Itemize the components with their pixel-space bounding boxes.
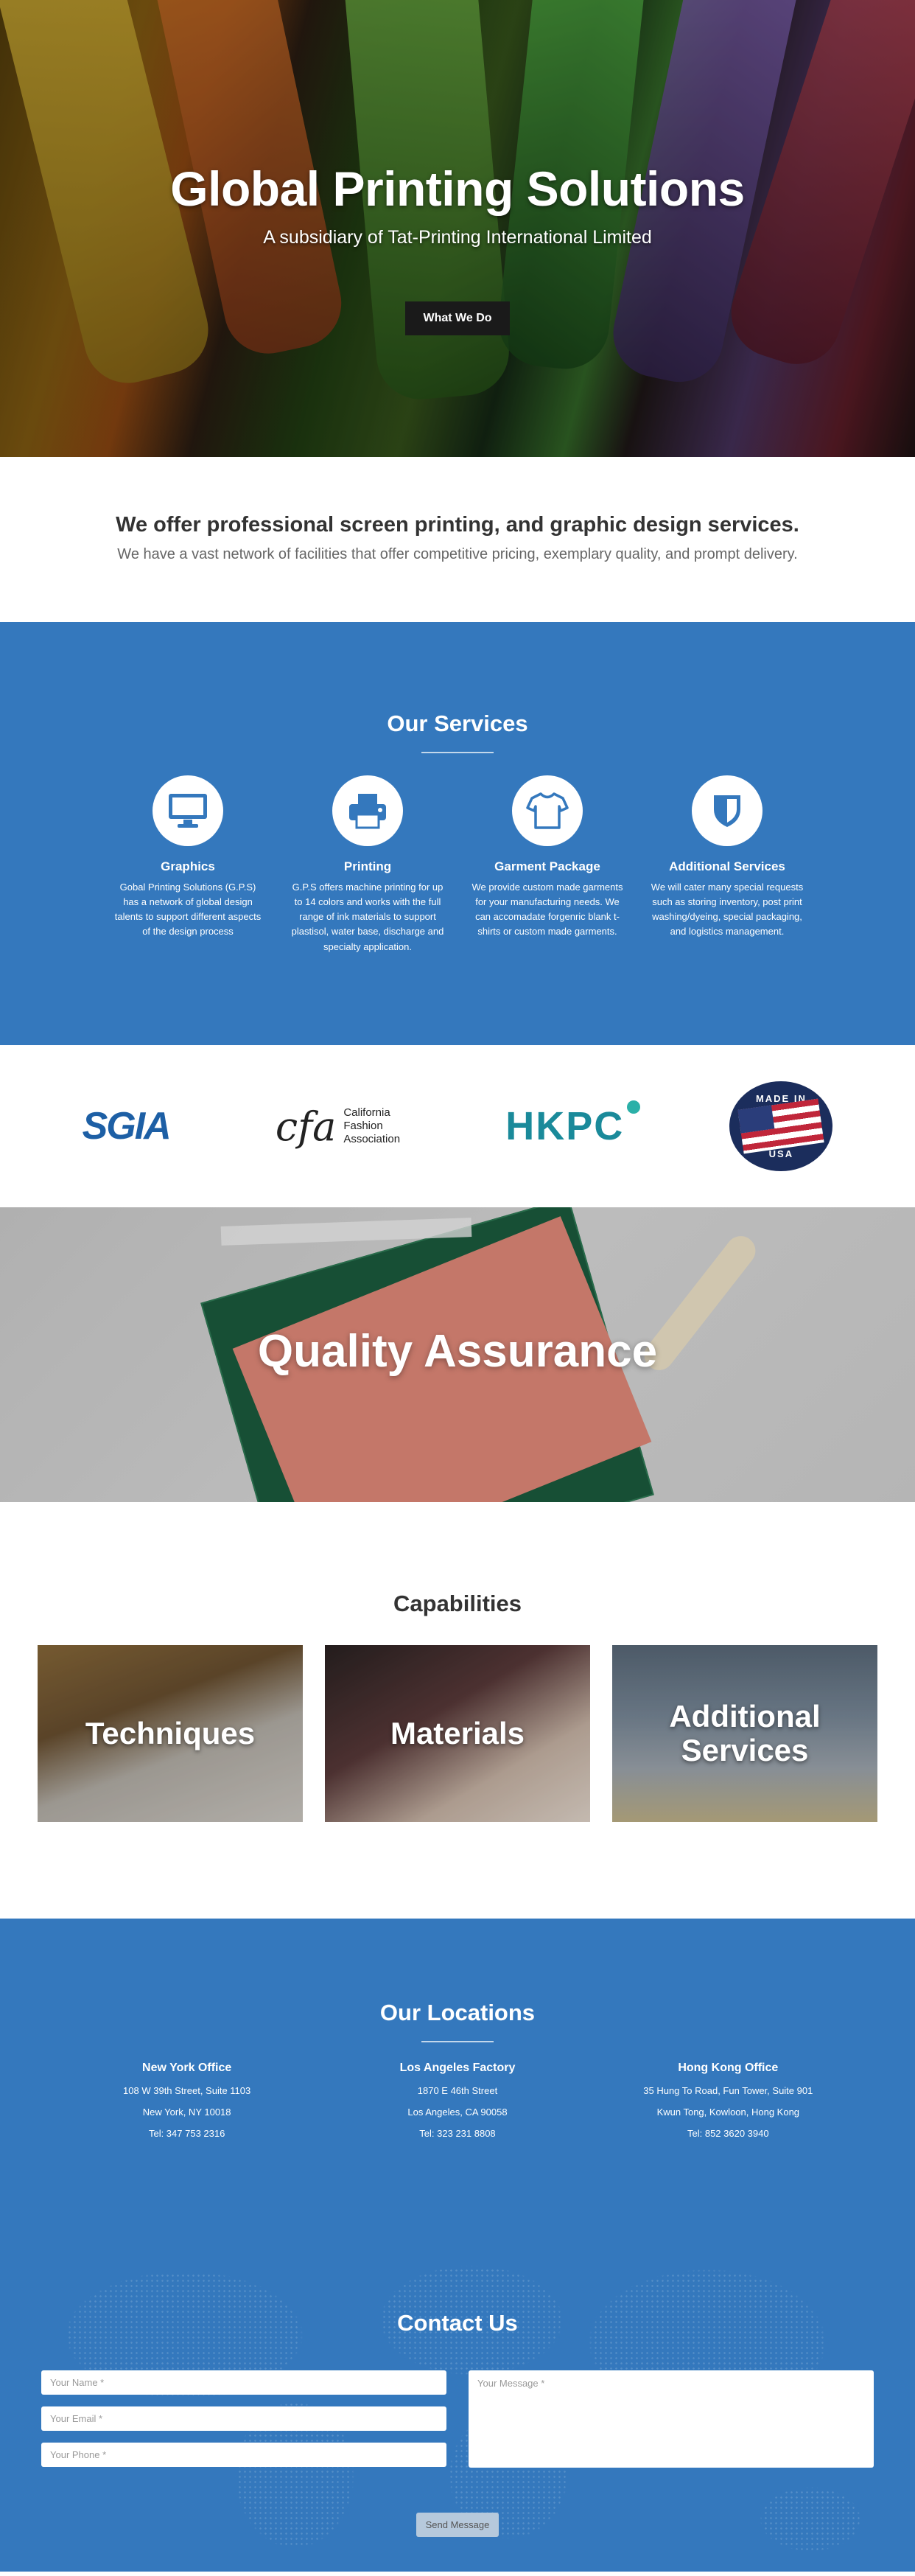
office-address-line: New York, NY 10018 xyxy=(142,2106,231,2118)
card-label: Additional Services xyxy=(669,1698,821,1767)
name-input[interactable] xyxy=(41,2370,446,2395)
contact-form-left xyxy=(41,2370,446,2471)
contact-content: Contact Us Send Message xyxy=(0,2232,915,2537)
tshirt-icon xyxy=(512,775,583,846)
phone-input[interactable] xyxy=(41,2443,446,2467)
office-name: New York Office xyxy=(142,2062,232,2074)
intro-section: We offer professional screen printing, a… xyxy=(0,457,915,622)
usa-text: USA xyxy=(768,1148,794,1159)
locations-title: Our Locations xyxy=(379,2000,536,2025)
hero-section: Global Printing Solutions A subsidiary o… xyxy=(0,0,915,457)
service-name: Garment Package xyxy=(494,859,600,873)
monitor-icon xyxy=(152,775,223,846)
cfa-line: Association xyxy=(343,1133,401,1145)
techniques-card[interactable]: Techniques xyxy=(38,1645,303,1822)
sgia-logo: SGIA xyxy=(82,1105,172,1148)
locations-grid: New York Office 108 W 39th Street, Suite… xyxy=(0,2062,915,2139)
service-description: Gobal Printing Solutions (G.P.S) has a n… xyxy=(114,882,262,938)
office-address-line: 1870 E 46th Street xyxy=(417,2085,498,2096)
office-address-line: Kwun Tong, Kowloon, Hong Kong xyxy=(656,2106,800,2118)
service-printing: Printing G.P.S offers machine printing f… xyxy=(287,775,449,954)
service-description: We provide custom made garments for your… xyxy=(471,882,623,938)
office-los-angeles: Los Angeles Factory 1870 E 46th Street L… xyxy=(347,2062,568,2139)
office-address-line: 35 Hung To Road, Fun Tower, Suite 901 xyxy=(643,2085,813,2096)
contact-title: Contact Us xyxy=(397,2310,518,2336)
office-name: Hong Kong Office xyxy=(678,2062,779,2074)
service-name: Printing xyxy=(343,859,392,873)
office-phone: Tel: 347 753 2316 xyxy=(148,2128,225,2139)
contact-form-right xyxy=(469,2370,874,2471)
hero-subtitle: A subsidiary of Tat-Printing Internation… xyxy=(263,227,652,248)
hkpc-logo: HKPC xyxy=(505,1100,641,1149)
hero-content: Global Printing Solutions A subsidiary o… xyxy=(0,161,915,335)
service-description: We will cater many special requests such… xyxy=(651,882,804,938)
additional-services-card[interactable]: Additional Services xyxy=(612,1645,877,1822)
cfa-logo-mark: cfa xyxy=(275,1103,337,1150)
send-message-button[interactable]: Send Message xyxy=(416,2513,499,2537)
services-grid: Graphics Gobal Printing Solutions (G.P.S… xyxy=(0,775,915,954)
materials-card[interactable]: Materials xyxy=(325,1645,590,1822)
capabilities-section: Capabilities Techniques Materials Additi… xyxy=(0,1502,915,1919)
office-name: Los Angeles Factory xyxy=(399,2062,516,2074)
capabilities-title: Capabilities xyxy=(393,1591,522,1616)
hkpc-logo-dot xyxy=(627,1100,641,1114)
contact-section: Contact Us Send Message xyxy=(0,2232,915,2572)
what-we-do-button[interactable]: What We Do xyxy=(405,301,510,335)
office-phone: Tel: 323 231 8808 xyxy=(419,2128,496,2139)
office-address-line: Los Angeles, CA 90058 xyxy=(407,2106,508,2118)
cfa-line: Fashion xyxy=(343,1120,383,1132)
locations-section: Our Locations New York Office 108 W 39th… xyxy=(0,1919,915,2232)
office-phone: Tel: 852 3620 3940 xyxy=(687,2128,769,2139)
services-section: Our Services Graphics Gobal Printing Sol… xyxy=(0,622,915,1045)
office-hong-kong: Hong Kong Office 35 Hung To Road, Fun To… xyxy=(617,2062,838,2139)
cfa-logo: cfa California Fashion Association xyxy=(276,1103,400,1150)
us-flag-icon xyxy=(737,1098,825,1154)
hero-title: Global Printing Solutions xyxy=(170,161,745,216)
cfa-line: California xyxy=(343,1106,390,1119)
partners-section: SGIA cfa California Fashion Association … xyxy=(0,1045,915,1207)
locations-divider xyxy=(421,2041,494,2042)
intro-subheading: We have a vast network of facilities tha… xyxy=(117,546,798,562)
services-divider xyxy=(421,752,494,753)
contact-form xyxy=(0,2370,915,2471)
message-textarea[interactable] xyxy=(469,2370,874,2468)
hkpc-logo-text: HKPC xyxy=(505,1104,625,1148)
service-additional: Additional Services We will cater many s… xyxy=(646,775,808,954)
cfa-logo-text: California Fashion Association xyxy=(343,1106,400,1146)
service-name: Additional Services xyxy=(669,859,785,873)
service-graphics: Graphics Gobal Printing Solutions (G.P.S… xyxy=(107,775,269,954)
office-new-york: New York Office 108 W 39th Street, Suite… xyxy=(77,2062,298,2139)
card-label: Materials xyxy=(390,1715,525,1751)
card-label: Techniques xyxy=(85,1715,256,1751)
quality-title: Quality Assurance xyxy=(257,1326,658,1377)
intro-heading: We offer professional screen printing, a… xyxy=(116,513,799,537)
service-name: Graphics xyxy=(161,859,215,873)
services-title: Our Services xyxy=(387,711,528,736)
printer-icon xyxy=(332,775,403,846)
shield-icon xyxy=(692,775,762,846)
office-address-line: 108 W 39th Street, Suite 1103 xyxy=(123,2085,251,2096)
capabilities-grid: Techniques Materials Additional Services xyxy=(0,1645,915,1822)
made-in-usa-logo: MADE IN USA xyxy=(729,1081,833,1171)
email-input[interactable] xyxy=(41,2406,446,2431)
quality-assurance-section: Quality Assurance xyxy=(0,1207,915,1502)
service-garment-package: Garment Package We provide custom made g… xyxy=(466,775,628,954)
service-description: G.P.S offers machine printing for up to … xyxy=(291,882,444,952)
